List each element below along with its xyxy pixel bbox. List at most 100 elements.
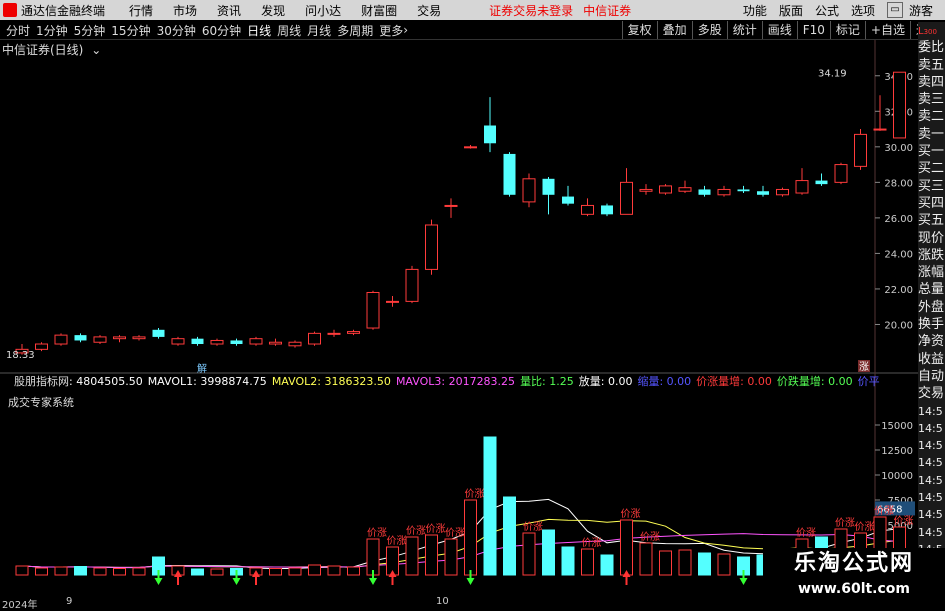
broker-name[interactable]: 中信证券 — [583, 2, 631, 19]
right-panel-item-14[interactable]: 总量 — [918, 281, 945, 298]
price-tick-label: 28.00 — [884, 178, 913, 189]
menu-wealth[interactable]: 财富圈 — [361, 2, 397, 19]
volume-bar — [483, 436, 497, 576]
menu-options[interactable]: 选项 — [851, 2, 875, 19]
menu-news[interactable]: 资讯 — [217, 2, 241, 19]
volume-bar — [113, 568, 126, 576]
right-panel-item-5[interactable]: 卖一 — [918, 126, 945, 143]
candle-body-up — [93, 336, 107, 343]
right-panel-item-13[interactable]: 涨幅 — [918, 264, 945, 281]
right-panel-item-22[interactable]: 14:5 — [918, 420, 945, 437]
title-bar: 通达信金融终端 行情 市场 资讯 发现 问小达 财富圈 交易 证券交易未登录 中… — [0, 0, 945, 20]
tool-multi-stock[interactable]: 多股 — [691, 21, 727, 39]
period-15m[interactable]: 15分钟 — [111, 22, 150, 39]
chevron-down-icon[interactable]: ⌄ — [91, 43, 101, 57]
tool-draw[interactable]: 画线 — [761, 21, 797, 39]
right-panel-item-27[interactable]: 14:5 — [918, 506, 945, 523]
period-intraday[interactable]: 分时 — [6, 22, 30, 39]
right-panel-item-20[interactable]: 交易 — [918, 385, 945, 402]
menu-formula[interactable]: 公式 — [815, 2, 839, 19]
right-panel-item-1[interactable]: 卖五 — [918, 57, 945, 74]
right-panel-item-25[interactable]: 14:5 — [918, 472, 945, 489]
volume-tag-up: 价涨 — [835, 517, 855, 529]
right-panel-item-6[interactable]: 买一 — [918, 143, 945, 160]
volume-bar — [522, 532, 536, 576]
candle-body-up — [639, 188, 653, 192]
menu-ask[interactable]: 问小达 — [305, 2, 341, 19]
right-panel-item-19[interactable]: 自动 — [918, 368, 945, 385]
volume-bar — [93, 567, 107, 576]
period-30m[interactable]: 30分钟 — [157, 22, 196, 39]
right-panel-item-16[interactable]: 换手 — [918, 316, 945, 333]
tool-overlay[interactable]: 叠加 — [656, 21, 692, 39]
candle-body-up — [776, 188, 789, 196]
period-60m[interactable]: 60分钟 — [202, 22, 241, 39]
candle-body-up — [113, 336, 126, 340]
right-panel-item-7[interactable]: 买二 — [918, 160, 945, 177]
menu-trade[interactable]: 交易 — [417, 2, 441, 19]
price-tick-label: 22.00 — [884, 285, 913, 296]
right-panel-item-10[interactable]: 买五 — [918, 212, 945, 229]
volume-tag-up: 价涨 — [523, 521, 543, 533]
candle-body-up — [327, 332, 341, 335]
right-panel-item-4[interactable]: 卖二 — [918, 108, 945, 125]
period-5m[interactable]: 5分钟 — [74, 22, 106, 39]
volume-tag-up: 价涨 — [387, 535, 407, 547]
right-panel-item-9[interactable]: 买四 — [918, 195, 945, 212]
candle-body-up — [581, 204, 594, 215]
volume-tag-up: 价涨 — [855, 521, 875, 533]
right-panel-item-3[interactable]: 卖三 — [918, 91, 945, 108]
right-panel-item-17[interactable]: 净资 — [918, 333, 945, 350]
candle-body-up — [132, 336, 146, 340]
right-panel-item-23[interactable]: 14:5 — [918, 437, 945, 454]
candle-body-up — [171, 338, 185, 345]
volume-bar — [561, 546, 575, 576]
candle-body-up — [678, 187, 692, 192]
login-warning[interactable]: 证券交易未登录 — [489, 2, 573, 19]
right-panel-item-15[interactable]: 外盘 — [918, 299, 945, 316]
period-1m[interactable]: 1分钟 — [36, 22, 68, 39]
right-panel-item-26[interactable]: 14:5 — [918, 489, 945, 506]
right-panel-item-24[interactable]: 14:5 — [918, 454, 945, 471]
candle-body-up — [269, 341, 282, 345]
right-panel-item-8[interactable]: 买三 — [918, 178, 945, 195]
candle-body-down — [757, 191, 769, 195]
tool-stats[interactable]: 统计 — [726, 21, 762, 39]
indicator-value-6: 缩量: 0.00 — [637, 375, 692, 388]
menu-market[interactable]: 行情 — [129, 2, 153, 19]
right-panel-item-2[interactable]: 卖四 — [918, 74, 945, 91]
candle-body-up — [620, 181, 633, 215]
period-weekly[interactable]: 周线 — [277, 22, 301, 39]
kline-chart[interactable]: 34.0032.0030.0028.0026.0024.0022.0020.00… — [0, 40, 918, 609]
tool-f10[interactable]: F10 — [796, 21, 830, 39]
tool-mark[interactable]: 标记 — [829, 21, 865, 39]
right-panel-item-0[interactable]: 委比 — [918, 39, 945, 56]
volume-tag-up: 价涨 — [445, 527, 465, 539]
watermark: 乐淘公式网 www.60lt.com — [763, 548, 945, 609]
date-axis: 2024年 9 10 — [0, 596, 760, 611]
menu-function[interactable]: 功能 — [743, 2, 767, 19]
right-panel-item-12[interactable]: 涨跌 — [918, 247, 945, 264]
tool-adjust[interactable]: 复权 — [621, 21, 657, 39]
menu-layout[interactable]: 版面 — [779, 2, 803, 19]
indicator-value-9: 价平量增: 0.00 — [857, 375, 880, 388]
period-more[interactable]: 更多 — [379, 22, 403, 39]
right-panel-item-11[interactable]: 现价 — [918, 230, 945, 247]
candle-body-up — [873, 128, 887, 131]
menu-market-2[interactable]: 市场 — [173, 2, 197, 19]
right-panel-item-21[interactable]: 14:5 — [918, 403, 945, 420]
period-daily[interactable]: 日线 — [247, 22, 271, 39]
chevron-right-icon[interactable]: › — [403, 23, 408, 37]
period-multi[interactable]: 多周期 — [337, 22, 373, 39]
volume-tag-up: 价涨 — [894, 515, 914, 527]
tool-add-watch[interactable]: +自选 — [864, 21, 910, 39]
window-icon[interactable]: ▭ — [886, 2, 903, 18]
menu-discover[interactable]: 发现 — [261, 2, 285, 19]
period-toolbar: 分时 1分钟 5分钟 15分钟 30分钟 60分钟 日线 周线 月线 多周期 更… — [0, 21, 945, 40]
period-monthly[interactable]: 月线 — [307, 22, 331, 39]
right-panel-item-28[interactable]: 14:5 — [918, 524, 945, 541]
right-panel-item-18[interactable]: 收益 — [918, 351, 945, 368]
user-label[interactable]: 游客 — [909, 2, 933, 19]
volume-tag-up: 价涨 — [640, 531, 660, 543]
volume-tag-up: 价涨 — [621, 508, 641, 520]
